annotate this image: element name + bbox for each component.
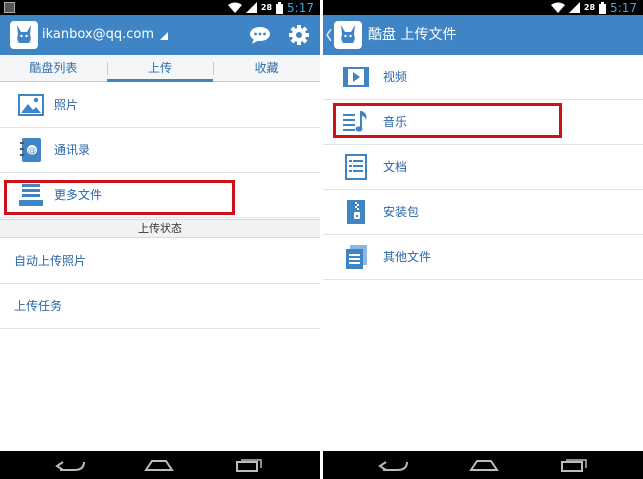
list-item-label: 通讯录 (54, 143, 91, 157)
tab-favorites[interactable]: 收藏 (213, 55, 320, 81)
upload-files-screen: 28 5:17 酷盘 上传文件 视频 音乐 文档 安装包 其他文件 (323, 0, 643, 479)
message-icon[interactable] (249, 26, 271, 44)
photo-icon (18, 94, 44, 116)
tab-kupan-list[interactable]: 酷盘列表 (0, 55, 107, 81)
page-title: 酷盘 上传文件 (368, 27, 457, 43)
clock: 5:17 (287, 0, 314, 15)
list-item-photos[interactable]: 照片 (0, 83, 320, 128)
signal-icon (245, 2, 257, 13)
recent-apps-icon[interactable] (236, 458, 262, 472)
other-files-icon (346, 245, 367, 269)
battery-icon (276, 1, 284, 14)
settings-gear-icon[interactable] (289, 25, 309, 45)
kupan-logo-icon[interactable] (10, 21, 38, 49)
notification-image-icon (4, 2, 15, 13)
list-item-label: 自动上传照片 (14, 254, 87, 268)
account-dropdown-icon[interactable] (160, 32, 168, 40)
navigation-bar (323, 451, 643, 479)
account-name[interactable]: ikanbox@qq.com (42, 15, 154, 55)
list-item-label: 上传任务 (14, 299, 63, 313)
section-header-upload-status: 上传状态 (0, 219, 320, 238)
wifi-icon (550, 2, 565, 13)
list-item-documents[interactable]: 文档 (323, 145, 643, 190)
signal-badge: 28 (260, 3, 273, 12)
action-bar: ikanbox@qq.com (0, 15, 320, 55)
kupan-logo-icon[interactable] (334, 21, 362, 49)
list-item-label: 文档 (383, 160, 408, 174)
list-item-other-files[interactable]: 其他文件 (323, 235, 643, 280)
video-icon (343, 67, 369, 87)
document-icon (345, 154, 367, 180)
list-item-label: 安装包 (383, 205, 420, 219)
tab-bar: 酷盘列表 上传 收藏 (0, 55, 320, 82)
highlight-box-music (333, 103, 562, 138)
navigation-bar (0, 451, 320, 479)
list-item-label: 视频 (383, 70, 408, 84)
list-item-label: 照片 (54, 98, 79, 112)
list-item-video[interactable]: 视频 (323, 55, 643, 100)
tab-upload[interactable]: 上传 (106, 55, 214, 82)
clock: 5:17 (610, 0, 637, 15)
signal-icon (568, 2, 580, 13)
home-icon[interactable] (144, 458, 174, 472)
highlight-box-more-files (4, 180, 235, 215)
list-item-auto-upload-photos[interactable]: 自动上传照片 (0, 239, 320, 284)
up-navigation-icon[interactable] (326, 29, 332, 41)
upload-screen: 28 5:17 ikanbox@qq.com 酷盘列表 上传 收藏 照片 @ 通… (0, 0, 320, 479)
svg-text:@: @ (28, 146, 36, 155)
wifi-icon (227, 2, 242, 13)
back-icon[interactable] (54, 458, 86, 472)
home-icon[interactable] (469, 458, 499, 472)
action-bar: 酷盘 上传文件 (323, 15, 643, 55)
recent-apps-icon[interactable] (561, 458, 587, 472)
back-icon[interactable] (377, 458, 409, 472)
signal-badge: 28 (583, 3, 596, 12)
list-item-install-package[interactable]: 安装包 (323, 190, 643, 235)
battery-icon (599, 1, 607, 14)
status-bar: 28 5:17 (0, 0, 320, 15)
status-bar: 28 5:17 (323, 0, 643, 15)
contacts-icon: @ (20, 138, 41, 162)
list-item-label: 其他文件 (383, 250, 432, 264)
package-icon (347, 200, 365, 224)
list-item-contacts[interactable]: @ 通讯录 (0, 128, 320, 173)
list-item-upload-tasks[interactable]: 上传任务 (0, 284, 320, 329)
